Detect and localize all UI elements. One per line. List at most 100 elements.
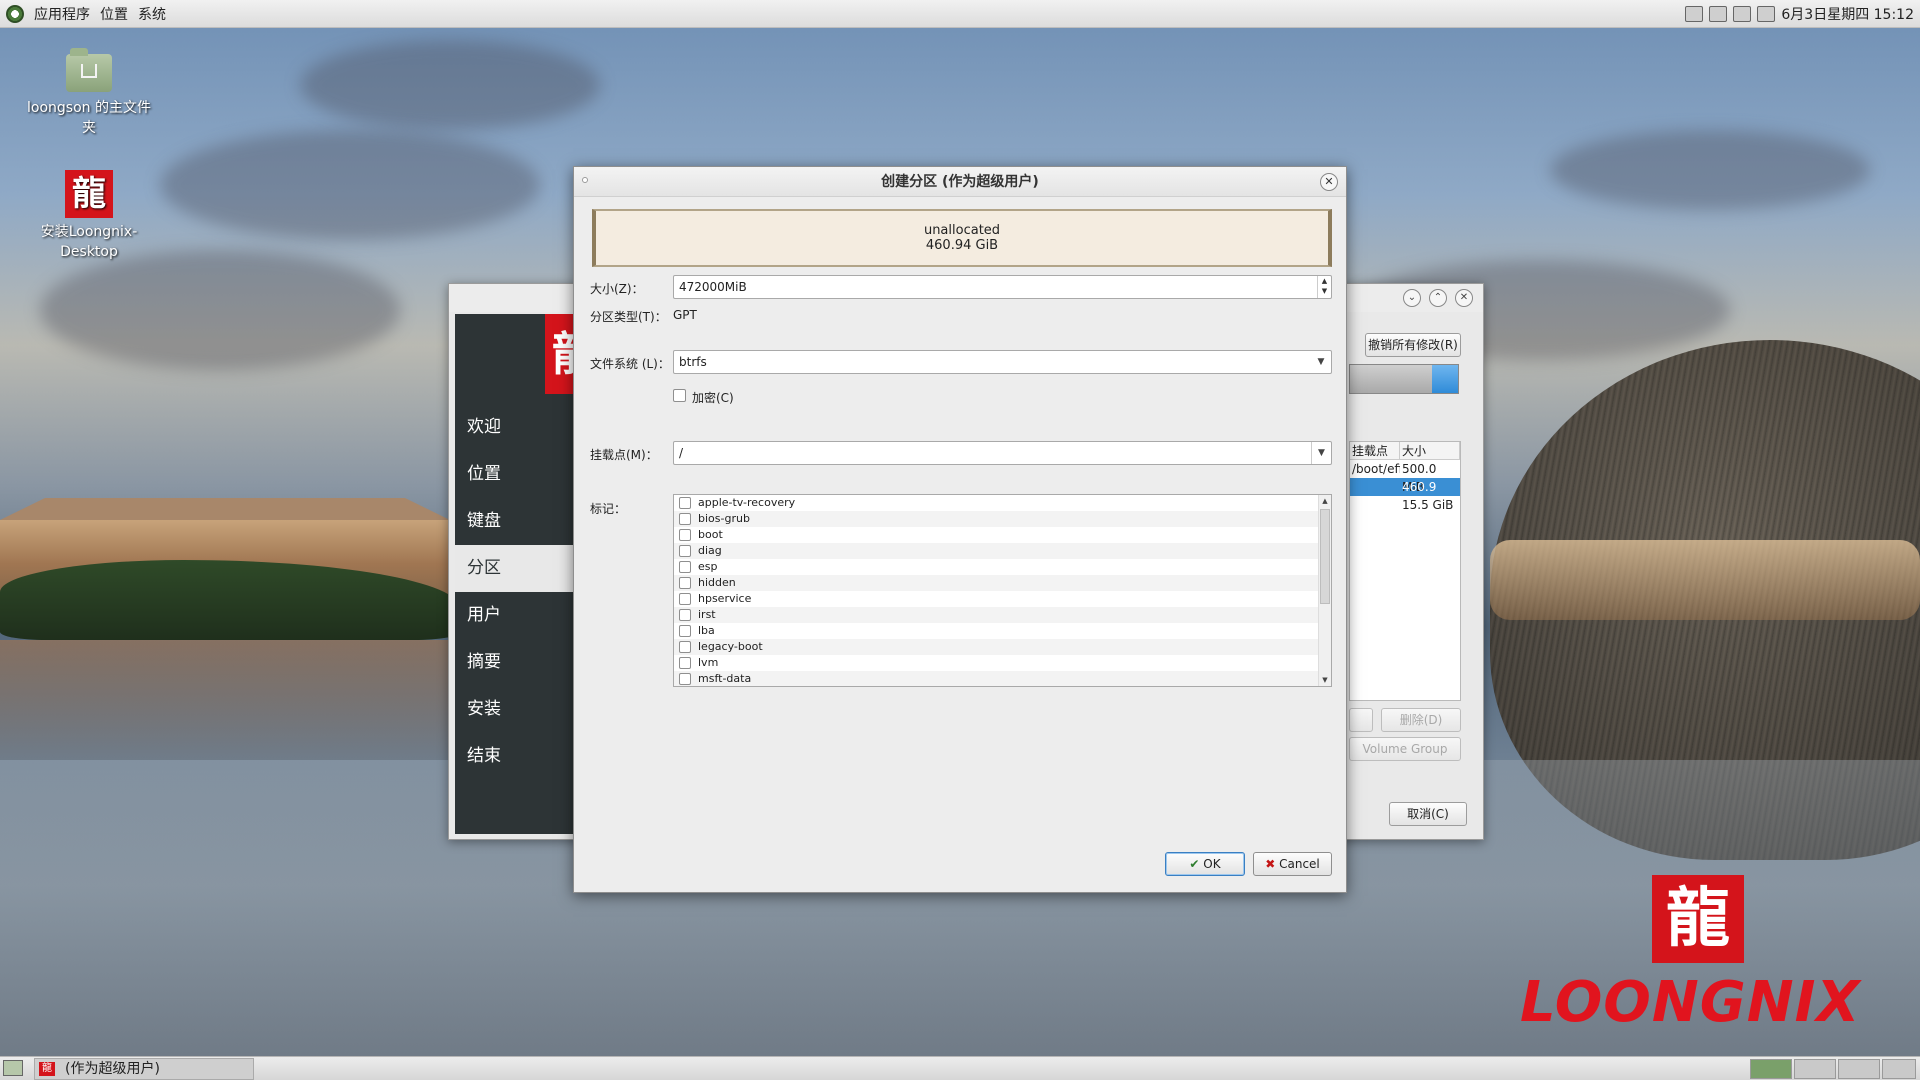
scroll-thumb[interactable] — [1320, 509, 1330, 604]
menu-system[interactable]: 系统 — [138, 4, 166, 24]
volume-group-button[interactable]: Volume Group — [1349, 737, 1461, 761]
minimize-icon[interactable]: ⌄ — [1403, 289, 1421, 307]
list-item[interactable]: diag — [674, 543, 1331, 559]
unallocated-space-bar: unallocated 460.94 GiB — [592, 209, 1332, 267]
clock[interactable]: 6月3日星期四 15:12 — [1781, 4, 1914, 24]
flag-checkbox[interactable] — [679, 561, 691, 573]
home-folder-desktop-icon[interactable]: loongson 的主文件夹 — [24, 48, 154, 138]
flag-checkbox[interactable] — [679, 545, 691, 557]
dialog-titlebar[interactable]: 创建分区 (作为超级用户) ✕ — [574, 167, 1346, 197]
list-item[interactable]: bios-grub — [674, 511, 1331, 527]
monitor-icon[interactable] — [1757, 6, 1776, 22]
list-item[interactable]: hidden — [674, 575, 1331, 591]
flag-checkbox[interactable] — [679, 657, 691, 669]
flag-checkbox[interactable] — [679, 673, 691, 685]
spin-arrows-icon[interactable]: ▲ ▼ — [1317, 276, 1331, 298]
workspace-4[interactable] — [1882, 1059, 1916, 1079]
volume-icon[interactable] — [1733, 6, 1752, 22]
bottom-panel: 龍 (作为超级用户) — [0, 1056, 1920, 1080]
flags-list: apple-tv-recovery bios-grub boot diag es… — [673, 494, 1332, 687]
workspace-2[interactable] — [1794, 1059, 1836, 1079]
filesystem-value: btrfs — [679, 355, 707, 369]
size-label: 大小(Z)： — [590, 282, 644, 296]
installer-label: 安装Loongnix-Desktop — [40, 224, 138, 260]
main-menu-icon[interactable] — [6, 4, 24, 23]
menu-applications[interactable]: 应用程序 — [34, 4, 90, 24]
ok-button[interactable]: ✔ OK — [1165, 852, 1245, 876]
delete-button[interactable]: 删除(D) — [1381, 708, 1461, 732]
show-desktop-icon[interactable] — [3, 1060, 23, 1076]
brand-wordmark: LOONGNIX — [1520, 970, 1861, 1035]
installer-cancel-button[interactable]: 取消(C) — [1389, 802, 1467, 826]
network-icon[interactable] — [1709, 6, 1728, 22]
loongnix-logo-icon: 龍 — [1652, 875, 1744, 963]
flag-checkbox[interactable] — [679, 641, 691, 653]
flag-checkbox[interactable] — [679, 625, 691, 637]
list-item[interactable]: esp — [674, 559, 1331, 575]
partition-type-label: 分区类型(T)： — [590, 310, 667, 324]
flag-checkbox[interactable] — [679, 577, 691, 589]
list-item[interactable]: msft-data — [674, 671, 1331, 686]
partition-type-value: GPT — [673, 308, 697, 322]
loongnix-logo-icon: 龍 — [39, 1062, 55, 1076]
table-row[interactable]: 15.5 GiB — [1350, 496, 1460, 514]
maximize-icon[interactable]: ⌃ — [1429, 289, 1447, 307]
partition-bar — [1349, 364, 1459, 394]
encrypt-label: 加密(C) — [692, 391, 734, 405]
table-row[interactable]: /boot/efi 500.0 MiB — [1350, 460, 1460, 494]
mount-point-label: 挂载点(M)： — [590, 448, 658, 462]
window-menu-icon[interactable] — [582, 177, 588, 183]
size-value: 472000MiB — [679, 280, 747, 294]
unallocated-size: 460.94 GiB — [925, 238, 999, 253]
scroll-up-icon[interactable]: ▲ — [1319, 495, 1331, 507]
table-row[interactable]: 460.9 GiB — [1350, 478, 1460, 512]
column-header-mount[interactable]: 挂载点 — [1350, 442, 1400, 459]
cancel-x-icon: ✖ — [1265, 857, 1276, 871]
close-icon[interactable]: ✕ — [1455, 289, 1473, 307]
encrypt-checkbox[interactable] — [673, 389, 686, 402]
workspace-1[interactable] — [1750, 1059, 1792, 1079]
unallocated-name: unallocated — [923, 223, 1001, 238]
cancel-button[interactable]: ✖ Cancel — [1253, 852, 1332, 876]
keyboard-icon[interactable] — [1685, 6, 1704, 22]
flag-checkbox[interactable] — [679, 529, 691, 541]
scroll-down-icon[interactable]: ▼ — [1319, 674, 1331, 686]
size-spinbox[interactable]: 472000MiB ▲ ▼ — [673, 275, 1332, 299]
mount-point-combo[interactable]: / ▼ — [673, 441, 1332, 465]
partition-table: 挂载点 大小 /boot/efi 500.0 MiB 460.9 GiB 15.… — [1349, 441, 1461, 701]
flag-checkbox[interactable] — [679, 497, 691, 509]
flag-checkbox[interactable] — [679, 513, 691, 525]
flag-checkbox[interactable] — [679, 609, 691, 621]
taskbar-window-label: (作为超级用户) — [65, 1061, 160, 1077]
menu-places[interactable]: 位置 — [100, 4, 128, 24]
list-item[interactable]: legacy-boot — [674, 639, 1331, 655]
flag-checkbox[interactable] — [679, 593, 691, 605]
dialog-title: 创建分区 (作为超级用户) — [881, 174, 1039, 190]
create-partition-dialog: 创建分区 (作为超级用户) ✕ unallocated 460.94 GiB 大… — [573, 166, 1347, 893]
top-panel: 应用程序 位置 系统 6月3日星期四 15:12 — [0, 0, 1920, 28]
folder-home-icon — [66, 48, 112, 92]
list-item[interactable]: apple-tv-recovery — [674, 495, 1331, 511]
close-icon[interactable]: ✕ — [1320, 173, 1338, 191]
filesystem-combo[interactable]: btrfs ▼ — [673, 350, 1332, 374]
mount-point-value: / — [679, 446, 684, 460]
list-item[interactable]: hpservice — [674, 591, 1331, 607]
list-item[interactable]: irst — [674, 607, 1331, 623]
flags-label: 标记： — [590, 502, 627, 516]
chevron-down-icon[interactable]: ▼ — [1311, 442, 1331, 464]
list-item[interactable]: boot — [674, 527, 1331, 543]
list-item[interactable]: lba — [674, 623, 1331, 639]
workspace-3[interactable] — [1838, 1059, 1880, 1079]
revert-all-button[interactable]: 撤销所有修改(R) — [1365, 333, 1461, 357]
taskbar-window-item[interactable]: 龍 (作为超级用户) — [34, 1058, 254, 1080]
home-folder-label: loongson 的主文件夹 — [27, 100, 151, 136]
loongnix-logo-icon: 龍 — [65, 170, 113, 218]
installer-desktop-icon[interactable]: 龍 安装Loongnix-Desktop — [24, 170, 154, 262]
chevron-down-icon: ▼ — [1317, 357, 1325, 367]
edit-button[interactable] — [1349, 708, 1373, 732]
list-item[interactable]: lvm — [674, 655, 1331, 671]
column-header-size[interactable]: 大小 — [1400, 442, 1460, 459]
filesystem-label: 文件系统 (L)： — [590, 357, 670, 371]
flags-scrollbar[interactable]: ▲ ▼ — [1318, 495, 1331, 686]
checkmark-icon: ✔ — [1189, 857, 1200, 871]
